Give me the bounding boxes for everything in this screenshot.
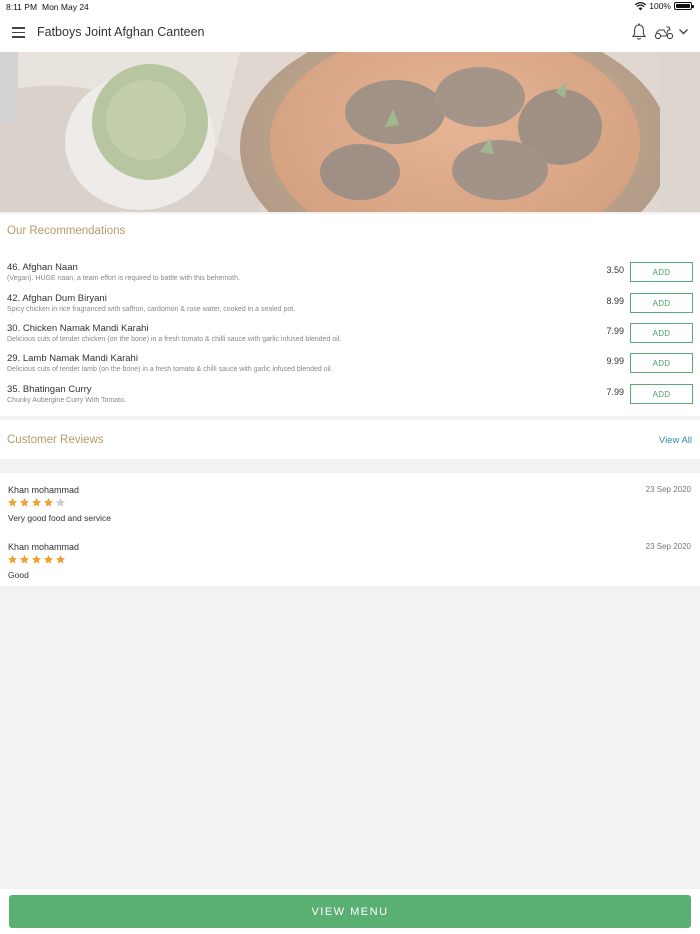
star-filled-icon bbox=[7, 554, 18, 564]
dish-item: 30. Chicken Namak Mandi Karahi Delicious… bbox=[0, 323, 700, 353]
star-filled-icon bbox=[31, 497, 42, 507]
dish-item: 29. Lamb Namak Mandi Karahi Delicious cu… bbox=[0, 353, 700, 383]
dish-description: (Vegan). HUGE naan, a team effort is req… bbox=[7, 275, 240, 282]
view-all-link[interactable]: View All bbox=[659, 435, 692, 446]
wifi-icon bbox=[635, 1, 647, 10]
review-date: 23 Sep 2020 bbox=[645, 542, 691, 551]
menu-icon[interactable] bbox=[12, 27, 25, 38]
restaurant-title: Fatboys Joint Afghan Canteen bbox=[37, 25, 205, 39]
footer: VIEW MENU bbox=[0, 889, 700, 934]
star-filled-icon bbox=[43, 554, 54, 564]
battery-icon bbox=[674, 2, 694, 10]
dish-price: 8.99 bbox=[606, 296, 624, 306]
scooter-icon[interactable] bbox=[654, 24, 674, 40]
dish-name: 35. Bhatingan Curry bbox=[7, 384, 92, 395]
dish-description: Chunky Aubergine Curry With Tomato. bbox=[7, 397, 126, 404]
status-time: 8:11 PM bbox=[6, 2, 38, 12]
review-item: Khan mohammad 23 Sep 2020 Very good food… bbox=[0, 477, 700, 527]
dish-price: 7.99 bbox=[606, 387, 624, 397]
review-text: Very good food and service bbox=[8, 513, 112, 523]
dish-name: 30. Chicken Namak Mandi Karahi bbox=[7, 323, 149, 334]
reviews-list: Khan mohammad 23 Sep 2020 Very good food… bbox=[0, 473, 700, 586]
bell-icon[interactable] bbox=[631, 23, 647, 41]
recommendations-title: Our Recommendations bbox=[7, 225, 126, 237]
add-button[interactable]: ADD bbox=[630, 353, 693, 373]
view-menu-button[interactable]: VIEW MENU bbox=[9, 895, 691, 928]
dish-item: 35. Bhatingan Curry Chunky Aubergine Cur… bbox=[0, 384, 700, 414]
reviews-title: Customer Reviews bbox=[7, 434, 104, 446]
review-text: Good bbox=[8, 570, 29, 580]
dish-name: 46. Afghan Naan bbox=[7, 262, 78, 273]
star-filled-icon bbox=[31, 554, 42, 564]
dish-description: Delicious cuts of tender lamb (on the bo… bbox=[7, 366, 333, 373]
dish-name: 42. Afghan Dum Biryani bbox=[7, 293, 107, 304]
status-right: 100% bbox=[635, 1, 694, 11]
star-rating bbox=[7, 554, 66, 565]
reviewer-name: Khan mohammad bbox=[8, 485, 80, 495]
add-button[interactable]: ADD bbox=[630, 262, 693, 282]
dish-item: 42. Afghan Dum Biryani Spicy chicken in … bbox=[0, 293, 700, 323]
reviewer-name: Khan mohammad bbox=[8, 542, 80, 552]
status-date: Mon May 24 bbox=[42, 2, 89, 12]
star-filled-icon bbox=[19, 554, 30, 564]
dish-price: 7.99 bbox=[606, 326, 624, 336]
dish-description: Delicious cuts of tender chicken (on the… bbox=[7, 336, 342, 343]
star-filled-icon bbox=[7, 497, 18, 507]
battery-percent: 100% bbox=[649, 1, 671, 11]
nav-bar: Fatboys Joint Afghan Canteen bbox=[0, 14, 700, 52]
dish-name: 29. Lamb Namak Mandi Karahi bbox=[7, 353, 138, 364]
reviews-header: Customer Reviews View All bbox=[0, 420, 700, 459]
add-button[interactable]: ADD bbox=[630, 323, 693, 343]
dish-description: Spicy chicken in rice fragranced with sa… bbox=[7, 306, 296, 313]
add-button[interactable]: ADD bbox=[630, 293, 693, 313]
hero-image bbox=[0, 52, 700, 212]
star-empty-icon bbox=[55, 497, 66, 507]
recommendations-section: Our Recommendations 46. Afghan Naan (Veg… bbox=[0, 214, 700, 416]
status-bar: 8:11 PM Mon May 24 100% bbox=[0, 0, 700, 14]
star-filled-icon bbox=[19, 497, 30, 507]
review-date: 23 Sep 2020 bbox=[645, 485, 691, 494]
star-filled-icon bbox=[43, 497, 54, 507]
dish-item: 46. Afghan Naan (Vegan). HUGE naan, a te… bbox=[0, 262, 700, 292]
review-item: Khan mohammad 23 Sep 2020 Good bbox=[0, 534, 700, 584]
star-filled-icon bbox=[55, 554, 66, 564]
dish-price: 9.99 bbox=[606, 356, 624, 366]
chevron-down-icon[interactable] bbox=[678, 27, 689, 36]
star-rating bbox=[7, 497, 66, 508]
dish-price: 3.50 bbox=[606, 265, 624, 275]
add-button[interactable]: ADD bbox=[630, 384, 693, 404]
